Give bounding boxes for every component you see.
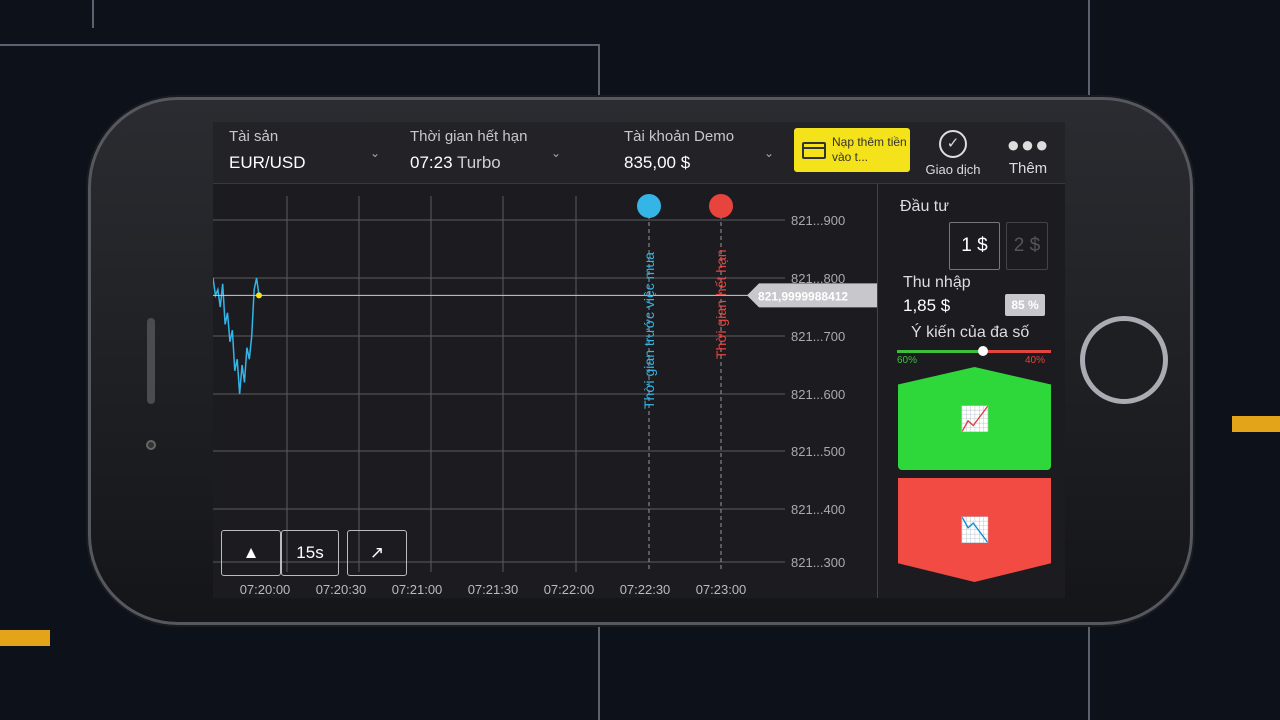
invest-label: Đầu tư bbox=[900, 198, 949, 215]
put-down-button[interactable]: 📉 bbox=[898, 478, 1051, 582]
clock-icon bbox=[637, 194, 661, 218]
x-tick-label: 07:21:30 bbox=[468, 582, 519, 597]
amount-2-button[interactable]: 2 $ bbox=[1006, 222, 1048, 270]
trades-button[interactable]: ✓ Giao dịch bbox=[923, 130, 983, 177]
bg-line bbox=[598, 44, 600, 104]
interval-button[interactable]: 15s bbox=[281, 530, 339, 576]
price-tag-label: 821,9999988412 bbox=[758, 289, 848, 303]
x-tick-label: 07:20:30 bbox=[316, 582, 367, 597]
amount-1-button[interactable]: 1 $ bbox=[949, 222, 1000, 270]
x-tick-label: 07:22:00 bbox=[544, 582, 595, 597]
current-price-dot bbox=[256, 292, 262, 299]
more-button[interactable]: ●●● Thêm bbox=[1003, 132, 1053, 178]
x-tick-label: 07:23:00 bbox=[696, 582, 747, 597]
trend-line-icon: ↗ bbox=[369, 543, 385, 562]
app-screen: Tài sản EUR/USD ⌄ Thời gian hết hạn 07:2… bbox=[213, 122, 1065, 598]
y-tick-label: 821...400 bbox=[791, 502, 845, 517]
purchase-time-label: Thời gian trước việc mua bbox=[641, 252, 657, 409]
checkmark-icon: ✓ bbox=[939, 130, 967, 158]
phone-camera bbox=[146, 440, 156, 450]
bg-line bbox=[0, 44, 600, 46]
deposit-label: Nạp thêm tiền vào t... bbox=[832, 135, 907, 164]
indicators-button[interactable]: ↗ bbox=[347, 530, 407, 576]
home-button[interactable] bbox=[1080, 316, 1168, 404]
sentiment-label: Ý kiến của đa số bbox=[911, 324, 1030, 341]
expiry-label: Thời gian hết hạn bbox=[410, 128, 528, 145]
bg-line bbox=[1088, 620, 1090, 720]
sentiment-down: 40% bbox=[1025, 355, 1046, 366]
account-balance: 835,00 $ bbox=[624, 153, 691, 172]
amount-1: 1 $ bbox=[961, 235, 988, 256]
area-chart-icon: ▲ bbox=[242, 543, 260, 562]
credit-card-icon bbox=[802, 142, 826, 159]
sentiment-up: 60% bbox=[897, 355, 918, 366]
chart-type-area-button[interactable]: ▲ bbox=[221, 530, 281, 576]
call-up-button[interactable]: 📈 bbox=[898, 367, 1051, 470]
account-label: Tài khoản Demo bbox=[624, 128, 735, 145]
asset-selector[interactable]: Tài sản EUR/USD bbox=[229, 128, 306, 173]
expiry-time: 07:23 bbox=[410, 153, 453, 172]
y-tick-label: 821...900 bbox=[791, 213, 845, 228]
bg-line bbox=[598, 620, 600, 720]
bg-accent bbox=[1232, 416, 1280, 432]
trade-panel: Đầu tư 1 $ 2 $ Thu nhập 1,85 $ 85 % Ý ki… bbox=[877, 184, 1065, 598]
y-tick-label: 821...700 bbox=[791, 329, 845, 344]
x-tick-label: 07:22:30 bbox=[620, 582, 671, 597]
amount-2: 2 $ bbox=[1013, 235, 1041, 256]
trades-label: Giao dịch bbox=[925, 162, 981, 177]
flag-icon bbox=[709, 194, 733, 218]
chart-up-icon: 📈 bbox=[960, 406, 990, 433]
more-dots-icon: ●●● bbox=[1006, 132, 1050, 157]
top-bar: Tài sản EUR/USD ⌄ Thời gian hết hạn 07:2… bbox=[213, 122, 1065, 184]
x-tick-label: 07:21:00 bbox=[392, 582, 443, 597]
expiry-selector[interactable]: Thời gian hết hạn 07:23 Turbo bbox=[410, 128, 527, 173]
chevron-down-icon[interactable]: ⌄ bbox=[370, 146, 380, 160]
chevron-down-icon[interactable]: ⌄ bbox=[764, 146, 774, 160]
x-tick-label: 07:20:00 bbox=[240, 582, 291, 597]
more-label: Thêm bbox=[1008, 160, 1048, 177]
y-tick-label: 821...600 bbox=[791, 387, 845, 402]
phone-speaker bbox=[147, 318, 155, 404]
chevron-down-icon[interactable]: ⌄ bbox=[551, 146, 561, 160]
y-tick-label: 821...500 bbox=[791, 444, 845, 459]
account-selector[interactable]: Tài khoản Demo 835,00 $ bbox=[624, 128, 734, 173]
sentiment-bar bbox=[897, 346, 1051, 356]
bg-line bbox=[1088, 0, 1090, 100]
bg-accent bbox=[0, 630, 50, 646]
asset-label: Tài sản bbox=[229, 128, 279, 145]
income-label: Thu nhập bbox=[903, 274, 971, 291]
expiry-mode: Turbo bbox=[456, 153, 501, 172]
interval-value: 15s bbox=[296, 543, 324, 562]
sentiment-knob bbox=[978, 346, 988, 356]
expiry-time-label: Thời gian hết hạn bbox=[713, 249, 729, 359]
asset-value: EUR/USD bbox=[229, 153, 306, 172]
income-value: 1,85 $ bbox=[903, 296, 951, 315]
y-tick-label: 821...300 bbox=[791, 555, 845, 570]
bg-line bbox=[92, 0, 94, 28]
payout-badge: 85 % bbox=[1005, 294, 1045, 316]
deposit-button[interactable]: Nạp thêm tiền vào t... bbox=[794, 128, 910, 172]
chart-down-icon: 📉 bbox=[960, 517, 990, 544]
